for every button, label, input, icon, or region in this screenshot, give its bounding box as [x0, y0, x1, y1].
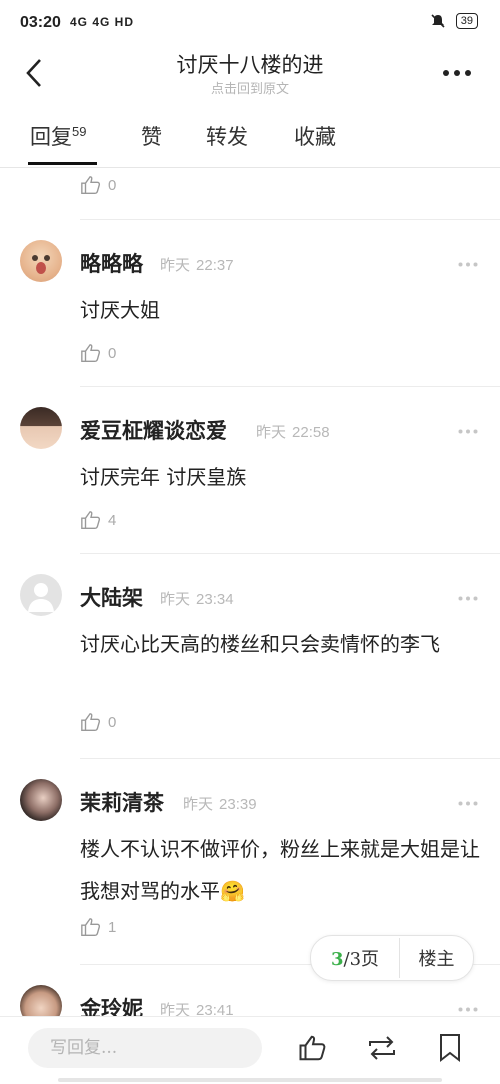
comment-more-icon[interactable]	[458, 262, 478, 267]
thumb-up-icon	[81, 511, 101, 529]
repost-icon[interactable]	[366, 1033, 398, 1063]
thumb-up-icon	[81, 918, 101, 936]
post-time: 昨天 22:37	[160, 256, 234, 274]
divider	[80, 553, 500, 554]
username[interactable]: 茉莉清茶	[80, 787, 164, 817]
comment-text: 讨厌心比天高的楼丝和只会卖情怀的李飞	[80, 632, 440, 656]
reply-count: 59	[72, 124, 87, 139]
like-button[interactable]: 4	[80, 509, 116, 531]
battery-indicator: 39	[455, 13, 478, 29]
page-navigator: 3/3页 楼主	[310, 935, 474, 981]
avatar[interactable]	[20, 574, 62, 616]
avatar[interactable]	[20, 240, 62, 282]
username[interactable]: 爱豆柾耀谈恋爱	[80, 415, 227, 445]
like-count: 0	[108, 176, 117, 194]
divider	[80, 758, 500, 759]
like-count: 4	[108, 511, 117, 529]
divider	[80, 386, 500, 387]
avatar[interactable]	[20, 779, 62, 821]
back-to-original-hint[interactable]: 点击回到原文	[0, 78, 500, 97]
header: 讨厌十八楼的进 点击回到原文	[0, 45, 500, 105]
thumb-up-icon	[81, 344, 101, 362]
post-time: 昨天 23:34	[160, 590, 234, 608]
comment-text: 讨厌大姐	[80, 298, 160, 322]
tab-likes[interactable]: 赞	[141, 121, 162, 151]
comment-more-icon[interactable]	[458, 596, 478, 601]
status-time: 03:20	[20, 14, 61, 31]
mute-icon	[431, 14, 445, 28]
comment-list[interactable]: 0 略略略 昨天 22:37 讨厌大姐 0 爱豆柾耀谈恋爱 昨天 22:58 讨厌完…	[0, 168, 500, 1016]
active-tab-indicator	[28, 162, 97, 165]
comment-more-icon[interactable]	[458, 429, 478, 434]
reply-input[interactable]: 写回复...	[28, 1028, 262, 1068]
comment-text: 讨厌完年 讨厌皇族	[80, 465, 247, 489]
default-avatar-icon	[28, 583, 54, 612]
tab-replies[interactable]: 回复59	[30, 121, 86, 151]
network-indicator: 4G 4G HD	[70, 15, 135, 29]
like-count: 1	[108, 918, 117, 936]
tab-bar: 回复59 赞 转发 收藏	[0, 105, 500, 168]
comment-text: 楼人不认识不做评价，粉丝上来就是大姐是让我想对骂的水平🤗	[80, 837, 480, 903]
like-button[interactable]: 0	[80, 174, 116, 196]
like-button[interactable]: 0	[80, 711, 116, 733]
more-icon[interactable]	[442, 69, 472, 77]
username[interactable]: 金玲妮	[80, 993, 143, 1016]
username[interactable]: 略略略	[80, 248, 143, 278]
post-time: 昨天 23:41	[160, 1001, 234, 1016]
like-count: 0	[108, 344, 117, 362]
bottom-bar: 写回复...	[0, 1016, 500, 1084]
like-button[interactable]: 1	[80, 916, 116, 938]
bookmark-icon[interactable]	[438, 1033, 462, 1063]
home-indicator	[58, 1078, 442, 1082]
page-indicator[interactable]: 3/3页	[311, 945, 399, 971]
comment-more-icon[interactable]	[458, 801, 478, 806]
divider	[80, 219, 500, 220]
tab-reposts[interactable]: 转发	[206, 121, 248, 151]
username[interactable]: 大陆架	[80, 582, 143, 612]
like-count: 0	[108, 713, 117, 731]
like-button[interactable]: 0	[80, 342, 116, 364]
tab-favorites[interactable]: 收藏	[294, 121, 336, 151]
only-op-button[interactable]: 楼主	[400, 945, 473, 971]
thumb-up-icon	[81, 713, 101, 731]
like-post-icon[interactable]	[298, 1033, 328, 1063]
post-time: 昨天 23:39	[183, 795, 257, 813]
avatar[interactable]	[20, 985, 62, 1016]
thumb-up-icon	[81, 176, 101, 194]
comment-more-icon[interactable]	[458, 1007, 478, 1012]
avatar[interactable]	[20, 407, 62, 449]
page-title[interactable]: 讨厌十八楼的进	[0, 49, 500, 79]
post-time: 昨天 22:58	[256, 423, 330, 441]
status-bar: 03:20 4G 4G HD 39	[0, 0, 500, 50]
